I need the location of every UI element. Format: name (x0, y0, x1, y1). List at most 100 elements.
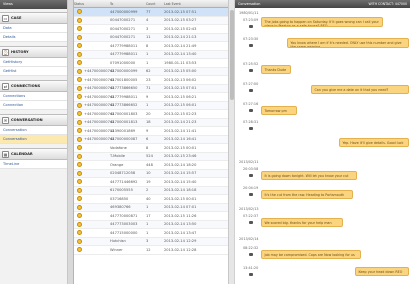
nav-item-data[interactable]: Data (0, 24, 67, 33)
last-event-cell: 2013-02-15 00:01 (164, 196, 197, 201)
nav-item-details[interactable]: Details (0, 33, 67, 42)
table-row[interactable]: Hutchisn 3 2013-02-14 12:29 (74, 237, 228, 246)
table-row[interactable]: 447771446692 19 2013-02-14 15:40 (74, 178, 228, 187)
to-cell: Orange (110, 162, 124, 167)
from-cell: +447000000742 (84, 69, 115, 74)
sidebar: Views ▭ CASE Data Details ⌚ HISTORY GetH… (0, 0, 68, 284)
message-status-icon (76, 230, 82, 236)
table-row[interactable]: +447000000742 447773866652 1 2013-02-15 06:… (74, 101, 228, 110)
nav-item-connections[interactable]: Connections (0, 92, 67, 101)
count-cell: 524 (146, 154, 153, 159)
table-row[interactable]: +447000000742 447000000087 6 2013-02-14 16:… (74, 135, 228, 144)
table-row[interactable]: +447000000742 447000000099 62 2013-02-15 05… (74, 67, 228, 76)
table-row[interactable]: Winner 12 2013-02-14 12:28 (74, 246, 228, 255)
section-conversation[interactable]: ✉ CONVERSATION (0, 114, 67, 126)
sms-icon (249, 273, 253, 276)
chat-header-contact: WITH CONTACT: 447000 (368, 2, 407, 6)
table-row[interactable]: +447000000742 447000001803 20 2013-02-15 02… (74, 110, 228, 119)
count-cell: 10 (146, 171, 151, 176)
from-cell: +447000000742 (84, 94, 115, 99)
nav-item-connection[interactable]: Connection (0, 101, 67, 110)
col-header-count[interactable]: Count (146, 2, 164, 6)
table-row[interactable]: 447000000999 77 2013-02-15 07:51 (74, 8, 228, 17)
count-cell: 1 (146, 60, 149, 65)
nav-item-timeline[interactable]: TimeLine (0, 160, 67, 169)
table-row[interactable]: +447000000742 447779988011 9 2013-02-15 06:… (74, 93, 228, 102)
table-row[interactable]: Orange 448 2013-02-14 18:20 (74, 161, 228, 170)
status-cell (74, 94, 84, 100)
to-cell: 447000000099 (110, 69, 138, 74)
to-cell: 447000001803 (110, 111, 138, 116)
message-time: 07:28:31 (243, 120, 259, 124)
last-event-cell: 2013-02-15 05:00 (164, 69, 197, 74)
status-cell (74, 221, 84, 227)
col-header-status[interactable]: Status (74, 2, 84, 6)
table-row[interactable]: 447770000871 17 2013-02-15 11:26 (74, 212, 228, 221)
last-event-cell: 2013-02-15 02:23 (164, 111, 197, 116)
nav-item-conversation-selected[interactable]: Conversation (0, 135, 67, 144)
message-status-icon (76, 77, 82, 83)
count-cell: 18 (146, 120, 151, 125)
table-row[interactable]: T-Mobile 524 2013-02-15 23:46 (74, 152, 228, 161)
table-row[interactable]: 02048712058 10 2013-02-14 15:57 (74, 169, 228, 178)
table-row[interactable]: +447000000742 14390001869 9 2013-02-14 11:4… (74, 127, 228, 136)
status-cell (74, 68, 84, 74)
table-row[interactable]: 00447000271 3 2013-02-15 02:43 (74, 25, 228, 34)
to-cell: 447000001813 (110, 120, 138, 125)
count-cell: 12 (146, 247, 151, 252)
table-row[interactable]: +447000000742 447773866650 71 2013-02-15 07… (74, 84, 228, 93)
table-row[interactable]: 447715000000 1 2013-02-14 13:47 (74, 229, 228, 238)
table-row[interactable]: 6170005555 2 2013-02-14 18:18 (74, 186, 228, 195)
section-case[interactable]: ▭ CASE (0, 12, 67, 24)
nav-item-gethistory[interactable]: GetHistory (0, 58, 67, 67)
message-bubble: The jobs going to happen on Saturday. If… (261, 17, 383, 27)
message-status-icon (76, 128, 82, 134)
status-cell (74, 230, 84, 236)
table-row[interactable]: 447779988011 1 2013-02-14 13:40 (74, 50, 228, 59)
section-history[interactable]: ⌚ HISTORY (0, 46, 67, 58)
message-status-icon (76, 221, 82, 227)
message-bubble: It is going down tonight. Will let you k… (261, 171, 357, 181)
nav-item-conversation[interactable]: Conversation (0, 126, 67, 135)
table-row[interactable]: 447773003003 1 2013-02-14 13:50 (74, 220, 228, 229)
message-status-icon (76, 238, 82, 244)
to-cell: 447779988011 (110, 43, 138, 48)
message-status-icon (76, 94, 82, 100)
nav-item-gethist[interactable]: GetHist (0, 67, 67, 76)
sms-icon (249, 127, 253, 130)
message-status-icon (76, 187, 82, 193)
table-row[interactable]: 03716850 40 2013-02-15 00:01 (74, 195, 228, 204)
table-row[interactable]: 469380766 1 2013-02-14 07:01 (74, 203, 228, 212)
last-event-cell: 2013-02-14 11:41 (164, 128, 197, 133)
conversation-icon: ✉ (2, 116, 9, 124)
status-cell (74, 145, 84, 151)
status-cell (74, 26, 84, 32)
table-row[interactable]: 447779988011 8 2013-02-14 21:49 (74, 42, 228, 51)
status-cell (74, 213, 84, 219)
col-header-last-event[interactable]: Last Event (164, 2, 228, 6)
sms-icon (249, 174, 253, 177)
section-label: HISTORY (11, 50, 29, 54)
section-connections[interactable]: ⇄ CONNECTIONS (0, 80, 67, 92)
table-row[interactable]: +447000000742 447000001813 18 2013-02-14 21… (74, 118, 228, 127)
table-row[interactable]: +447000000742 447001800005 23 2013-02-13 06… (74, 76, 228, 85)
to-cell: 447715000000 (110, 230, 138, 235)
status-cell (74, 187, 84, 193)
history-icon: ⌚ (2, 48, 9, 56)
to-cell: 03716850 (110, 196, 129, 201)
section-calendar[interactable]: ▦ CALENDAR (0, 148, 67, 160)
col-header-to[interactable]: To (110, 2, 146, 6)
message-status-icon (76, 145, 82, 151)
message-bubble: You know where I am if it's needed. ONLY… (287, 38, 409, 48)
to-cell: 00447000271 (110, 18, 136, 23)
to-cell: T-Mobile (110, 154, 125, 159)
to-cell: 447779988011 (110, 52, 138, 57)
last-event-cell: 2013-02-15 06:01 (164, 103, 197, 108)
last-event-cell: 2013-02-14 21:13 (164, 35, 197, 40)
last-event-cell: 2013-02-15 07:01 (164, 86, 197, 91)
table-row[interactable]: 00447000271 4 2013-02-15 03:27 (74, 16, 228, 25)
table-row[interactable]: Vodafone 8 2013-02-15 00:01 (74, 144, 228, 153)
table-row[interactable]: 00447000271 11 2013-02-14 21:13 (74, 33, 228, 42)
table-row[interactable]: 07091000000 1 1980-01-11 03:53 (74, 59, 228, 68)
to-cell: 447001800005 (110, 77, 138, 82)
